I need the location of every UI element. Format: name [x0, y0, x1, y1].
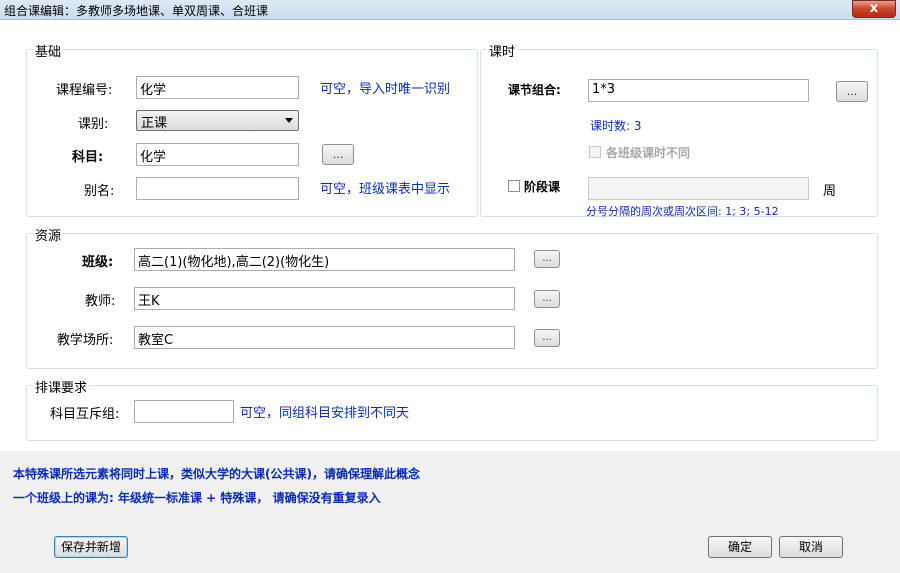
periods-group-label: 课时 — [487, 41, 518, 60]
stage-label: 阶段课 — [524, 180, 561, 194]
requirements-group-label: 排课要求 — [33, 377, 90, 396]
diff-class-checkbox[interactable] — [589, 146, 601, 158]
window-title: 组合课编辑：多教师多场地课、单双周课、合班课 — [4, 4, 269, 18]
week-hint: 分号分隔的周次或周次区间: 1; 3; 5-12 — [586, 205, 779, 218]
alias-input[interactable] — [136, 177, 299, 200]
teacher-input[interactable]: 王K — [134, 287, 515, 310]
combo-browse-button[interactable]: ... — [836, 81, 868, 102]
close-icon: x — [869, 1, 879, 16]
note-line-2: 一个班级上的课为: 年级统一标准课 + 特殊课， 请确保没有重复录入 — [13, 491, 381, 505]
cancel-button[interactable]: 取消 — [779, 536, 843, 558]
week-unit-label: 周 — [823, 184, 837, 199]
chevron-down-icon — [285, 118, 293, 123]
diff-class-label: 各班级课时不同 — [606, 146, 691, 160]
note-line-1: 本特殊课所选元素将同时上课，类似大学的大课(公共课)，请确保理解此概念 — [13, 467, 420, 481]
venue-label: 教学场所: — [57, 333, 114, 348]
subject-label: 科目: — [72, 150, 104, 165]
class-input[interactable]: 高二(1)(物化地),高二(2)(物化生) — [134, 248, 515, 271]
mutex-input[interactable] — [134, 400, 234, 423]
basic-group-label: 基础 — [33, 41, 64, 60]
venue-input[interactable]: 教室C — [134, 326, 515, 349]
combo-input[interactable]: 1*3 — [588, 79, 809, 102]
venue-browse-button[interactable]: ... — [534, 329, 560, 347]
teacher-browse-button[interactable]: ... — [534, 290, 560, 308]
ok-button[interactable]: 确定 — [708, 536, 772, 558]
stage-checkbox[interactable] — [508, 180, 520, 192]
mutex-label: 科目互斥组: — [50, 407, 120, 422]
alias-hint: 可空，班级课表中显示 — [320, 182, 451, 197]
mutex-hint: 可空，同组科目安排到不同天 — [240, 406, 410, 421]
teacher-label: 教师: — [85, 294, 116, 309]
title-bar: 组合课编辑：多教师多场地课、单双周课、合班课 x — [0, 0, 900, 20]
subject-input[interactable]: 化学 — [136, 143, 299, 166]
course-code-label: 课程编号: — [56, 83, 113, 98]
resources-group-label: 资源 — [33, 225, 64, 244]
category-select[interactable]: 正课 — [136, 110, 299, 131]
subject-browse-button[interactable]: ... — [322, 144, 354, 165]
category-select-value: 正课 — [141, 116, 168, 131]
close-button[interactable]: x — [852, 0, 896, 18]
course-code-input[interactable]: 化学 — [136, 76, 299, 99]
class-browse-button[interactable]: ... — [534, 250, 560, 268]
save-and-new-button[interactable]: 保存并新增 — [54, 536, 128, 558]
class-label: 班级: — [82, 255, 114, 270]
bottom-area: 本特殊课所选元素将同时上课，类似大学的大课(公共课)，请确保理解此概念 一个班级… — [0, 451, 900, 573]
stage-weeks-input[interactable] — [588, 177, 809, 200]
alias-label: 别名: — [84, 184, 115, 199]
dialog-client: 基础 课程编号: 化学 可空，导入时唯一识别 课别: 正课 科目: 化学 ...… — [6, 21, 894, 451]
period-count: 课时数: 3 — [590, 119, 642, 133]
combo-label: 课节组合: — [508, 83, 561, 97]
course-code-hint: 可空，导入时唯一识别 — [320, 82, 451, 97]
category-label: 课别: — [78, 117, 109, 132]
